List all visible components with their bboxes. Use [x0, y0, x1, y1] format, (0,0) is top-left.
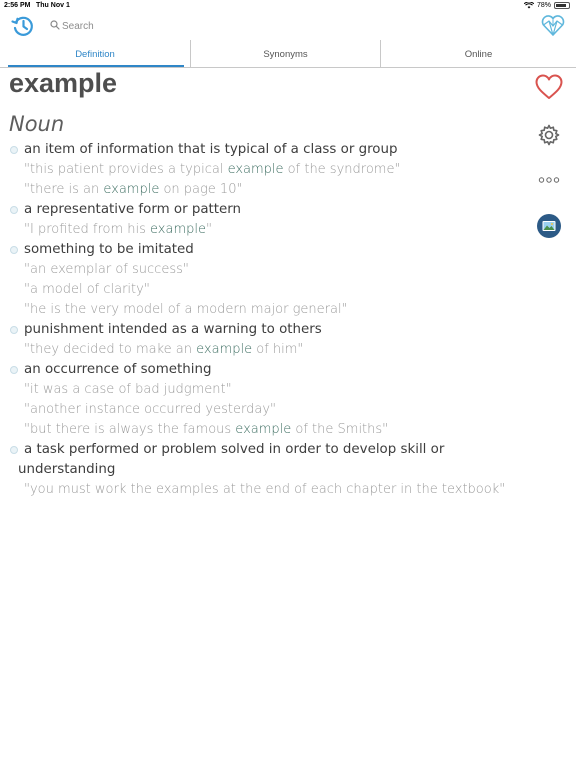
definition-text: an occurrence of something	[9, 360, 529, 380]
definition-label: a representative form or pattern	[24, 202, 242, 217]
favorite-heart-icon	[535, 74, 563, 99]
definition-label: an occurrence of something	[24, 362, 212, 377]
more-button[interactable]	[534, 165, 564, 195]
battery-percent: 78%	[536, 2, 551, 9]
definition-list: an item of information that is typical o…	[9, 140, 529, 500]
example-part: "there is an	[24, 182, 104, 197]
definition-text: a task performed or problem solved in or…	[9, 440, 529, 460]
bullet-icon	[10, 326, 18, 334]
bullet-icon	[10, 246, 18, 254]
example-part: "I profited from his	[24, 222, 151, 237]
example-keyword: example	[235, 422, 292, 437]
tab-bar: Definition Synonyms Online	[0, 40, 576, 68]
search-input[interactable]	[60, 16, 520, 36]
battery-icon	[554, 2, 570, 9]
example-part: "	[206, 222, 212, 237]
example-keyword: example	[227, 162, 284, 177]
bullet-icon	[10, 206, 18, 214]
part-of-speech: Noun	[9, 112, 65, 136]
settings-gear-icon	[538, 124, 560, 146]
status-bar: 2:56 PM Thu Nov 1 78%	[0, 0, 576, 12]
definition-text: punishment intended as a warning to othe…	[9, 320, 529, 340]
image-button[interactable]	[534, 211, 564, 241]
example-part: of the syndrome"	[283, 162, 401, 177]
search-bar[interactable]	[46, 16, 526, 36]
sense-item: a task performed or problem solved in or…	[9, 440, 529, 500]
sense-item: an item of information that is typical o…	[9, 140, 529, 200]
example-part: on page 10"	[159, 182, 243, 197]
sense-item: an occurrence of something "it was a cas…	[9, 360, 529, 440]
sense-item: something to be imitated "an exemplar of…	[9, 240, 529, 320]
example-text: "it was a case of bad judgment"	[24, 382, 232, 397]
example-part: "but there is always the famous	[24, 422, 236, 437]
definition-text: a representative form or pattern	[9, 200, 529, 220]
status-right: 78%	[523, 2, 570, 9]
example-text: "an exemplar of success"	[24, 262, 189, 277]
example-text: "but there is always the famous example …	[9, 420, 529, 440]
search-icon	[50, 20, 60, 30]
example-keyword: example	[196, 342, 253, 357]
word-title: example	[9, 68, 118, 98]
definition-text: an item of information that is typical o…	[9, 140, 529, 160]
more-icon	[538, 177, 560, 183]
bullet-icon	[10, 366, 18, 374]
favorite-button[interactable]	[534, 72, 564, 102]
definition-text-continued: understanding	[18, 462, 116, 477]
bullet-icon	[10, 446, 18, 454]
example-keyword: example	[103, 182, 160, 197]
definition-label: an item of information that is typical o…	[24, 142, 398, 157]
example-text: "there is an example on page 10"	[9, 180, 529, 200]
definition-label: a task performed or problem solved in or…	[24, 442, 445, 457]
example-text: "he is the very model of a modern major …	[24, 302, 348, 317]
example-text: "you must work the examples at the end o…	[24, 482, 506, 497]
example-part: of the Smiths"	[291, 422, 389, 437]
example-part: "this patient provides a typical	[24, 162, 228, 177]
tab-online[interactable]: Online	[380, 40, 576, 68]
heart-logo-icon[interactable]	[540, 12, 566, 38]
image-icon	[537, 214, 561, 238]
history-icon[interactable]	[10, 13, 36, 39]
example-part: "they decided to make an	[24, 342, 197, 357]
sense-item: punishment intended as a warning to othe…	[9, 320, 529, 360]
example-text: "they decided to make an example of him"	[9, 340, 529, 360]
example-keyword: example	[150, 222, 206, 237]
tab-synonyms[interactable]: Synonyms	[190, 40, 380, 68]
example-text: "another instance occurred yesterday"	[24, 402, 276, 417]
definition-label: something to be imitated	[24, 242, 194, 257]
status-date: Thu Nov 1	[36, 2, 70, 9]
wifi-icon	[523, 2, 534, 9]
tab-definition[interactable]: Definition	[0, 40, 190, 68]
status-time: 2:56 PM	[4, 2, 31, 9]
definition-text: something to be imitated	[9, 240, 529, 260]
top-bar	[0, 12, 576, 40]
settings-button[interactable]	[534, 120, 564, 150]
bullet-icon	[10, 146, 18, 154]
example-text: "a model of clarity"	[24, 282, 150, 297]
sense-item: a representative form or pattern "I prof…	[9, 200, 529, 240]
example-text: "this patient provides a typical example…	[9, 160, 529, 180]
example-part: of him"	[252, 342, 304, 357]
definition-label: punishment intended as a warning to othe…	[24, 322, 322, 337]
example-text: "I profited from his example"	[9, 220, 529, 240]
